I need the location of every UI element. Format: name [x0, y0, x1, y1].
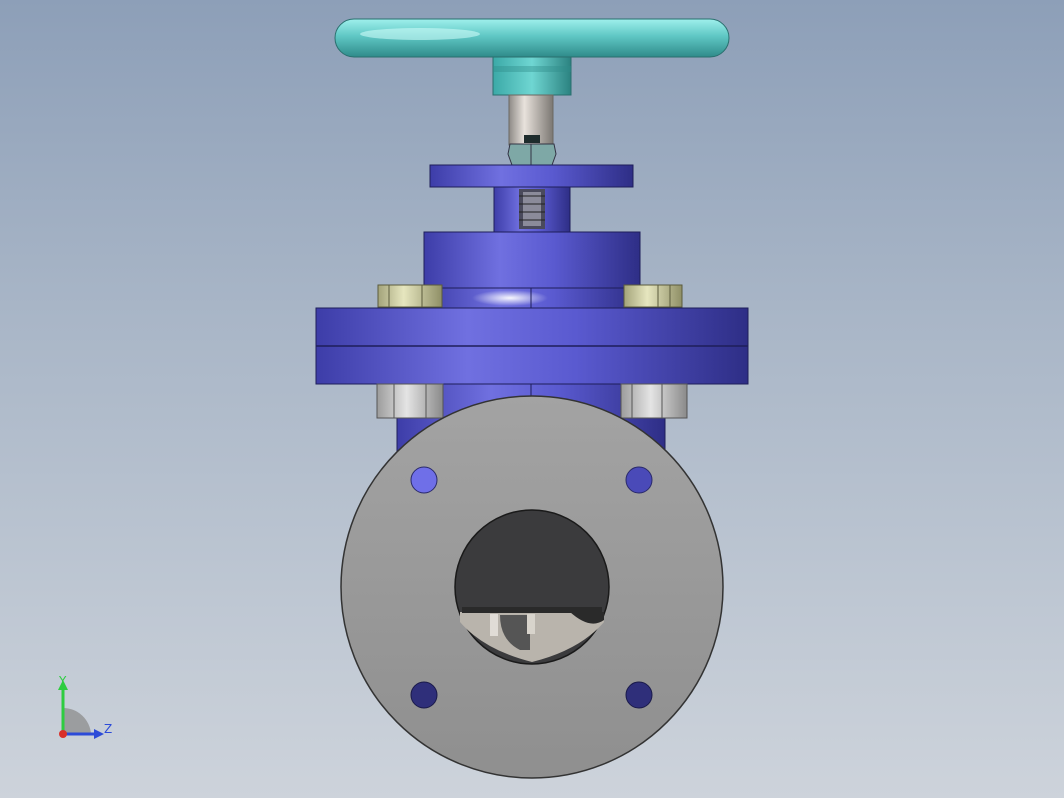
yoke-plate — [429, 164, 634, 233]
triad-y-label: Y — [59, 674, 67, 688]
graphics-viewport[interactable]: Y Z — [0, 0, 1064, 798]
bolt-hole-top-left — [410, 466, 438, 494]
bonnet — [423, 231, 641, 311]
bolt-hole-top-right — [625, 466, 653, 494]
bolt-hole-bottom-left — [410, 681, 438, 709]
bonnet-bolt-right — [623, 284, 683, 308]
body-nut-left — [376, 383, 444, 419]
triad-z-label: Z — [104, 722, 113, 736]
valve-stem — [507, 94, 557, 166]
valve-model[interactable] — [0, 0, 1064, 798]
bonnet-bolt-left — [377, 284, 443, 308]
bolt-hole-bottom-right — [625, 681, 653, 709]
end-flange-face[interactable] — [340, 395, 724, 779]
body-nut-right — [620, 383, 688, 419]
coordinate-triad: Y Z — [52, 674, 116, 746]
handwheel[interactable] — [334, 18, 730, 96]
body-flange — [315, 307, 749, 385]
